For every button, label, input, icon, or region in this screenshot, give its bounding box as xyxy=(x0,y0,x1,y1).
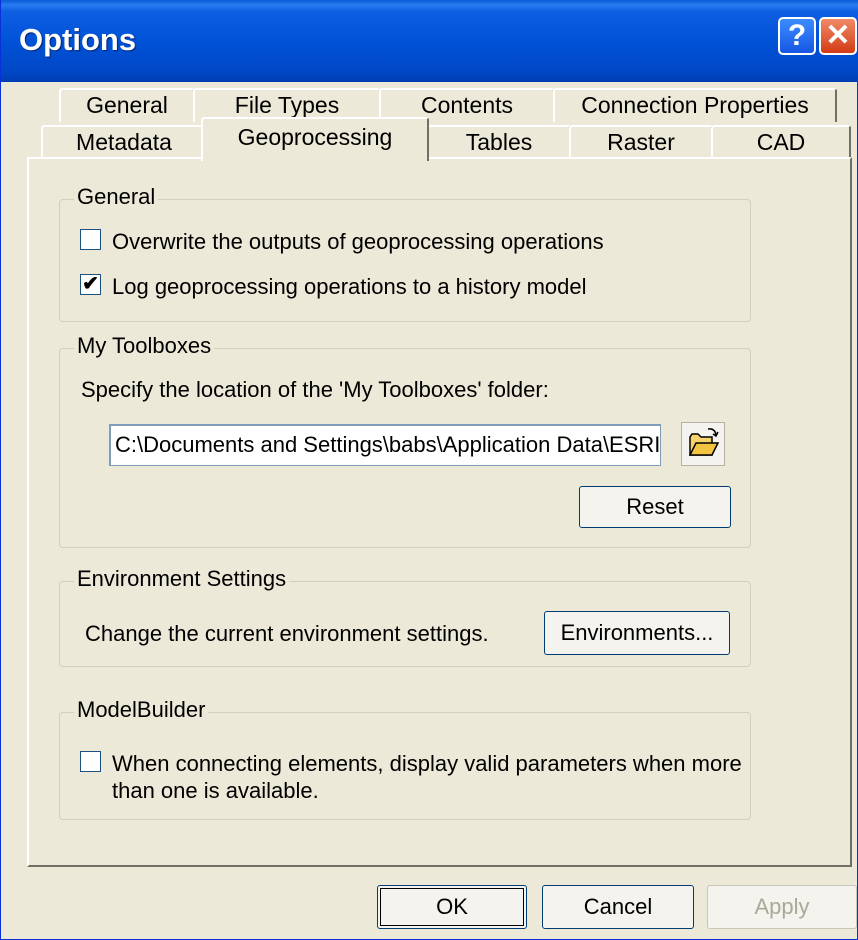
checkbox-label-line1: When connecting elements, display valid … xyxy=(112,751,742,776)
close-icon: ✕ xyxy=(825,19,851,52)
tab-label: Connection Properties xyxy=(581,92,809,118)
tab-raster[interactable]: Raster xyxy=(569,125,713,159)
group-title: ModelBuilder xyxy=(74,697,209,723)
overwrite-outputs-checkbox[interactable] xyxy=(80,229,101,250)
log-history-checkbox[interactable]: ✔ xyxy=(80,274,101,295)
environment-description: Change the current environment settings. xyxy=(85,621,489,646)
tab-label: CAD xyxy=(756,129,806,155)
group-title: My Toolboxes xyxy=(74,333,215,359)
help-button[interactable]: ? xyxy=(778,17,816,55)
button-label: Environments... xyxy=(560,620,714,645)
tab-geoprocessing[interactable]: Geoprocessing xyxy=(201,117,429,161)
cancel-button[interactable]: Cancel xyxy=(542,885,694,929)
tab-label: Geoprocessing xyxy=(237,124,393,150)
tab-connection-properties[interactable]: Connection Properties xyxy=(553,88,837,122)
general-groupbox: General xyxy=(59,184,751,322)
button-label: Reset xyxy=(626,494,684,519)
tab-cad[interactable]: CAD xyxy=(711,125,851,159)
button-label: Apply xyxy=(754,894,810,919)
button-label: OK xyxy=(436,894,468,919)
checkbox-label: Log geoprocessing operations to a histor… xyxy=(112,274,587,299)
title-bar[interactable]: Options ? ✕ xyxy=(1,0,858,82)
tab-label: Metadata xyxy=(76,129,172,155)
reset-button[interactable]: Reset xyxy=(579,486,731,528)
help-icon: ? xyxy=(787,19,807,52)
window-title: Options xyxy=(19,22,137,57)
tab-label: Raster xyxy=(607,129,675,155)
tab-tables[interactable]: Tables xyxy=(427,125,571,159)
tab-metadata[interactable]: Metadata xyxy=(41,125,207,159)
tab-label: Contents xyxy=(420,92,514,118)
toolboxes-path-field[interactable]: C:\Documents and Settings\babs\Applicati… xyxy=(109,424,661,466)
tab-label: File Types xyxy=(234,92,340,118)
apply-button[interactable]: Apply xyxy=(707,885,857,929)
toolboxes-instruction: Specify the location of the 'My Toolboxe… xyxy=(81,377,549,402)
ok-button[interactable]: OK xyxy=(377,885,527,929)
close-button[interactable]: ✕ xyxy=(819,17,857,55)
browse-folder-button[interactable] xyxy=(681,422,725,466)
checkbox-label-line2: than one is available. xyxy=(112,778,319,803)
environments-button[interactable]: Environments... xyxy=(544,611,730,655)
checkbox-label: Overwrite the outputs of geoprocessing o… xyxy=(112,229,604,254)
group-title: Environment Settings xyxy=(74,566,290,592)
tab-label: Tables xyxy=(465,129,533,155)
tab-label: General xyxy=(86,92,168,118)
display-valid-parameters-checkbox[interactable] xyxy=(80,751,101,772)
group-title: General xyxy=(74,184,159,210)
open-folder-icon xyxy=(688,428,720,456)
button-label: Cancel xyxy=(583,894,653,919)
tab-general[interactable]: General xyxy=(59,88,195,122)
options-dialog: Options ? ✕ General File Types Contents … xyxy=(0,0,858,940)
